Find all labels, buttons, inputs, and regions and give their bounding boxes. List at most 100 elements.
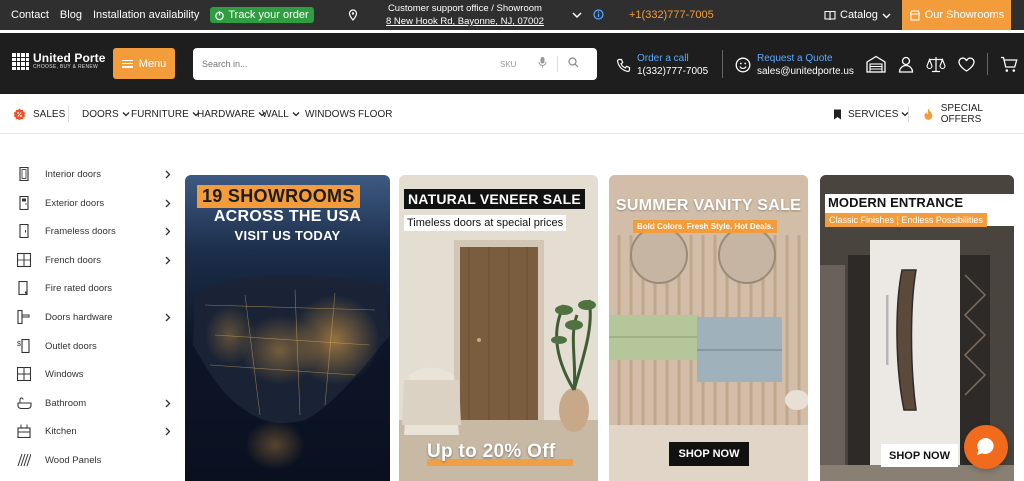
logo-tagline: CHOOSE, BUY & RENEW — [33, 64, 99, 70]
search-icon[interactable] — [568, 55, 579, 73]
catalog-dropdown[interactable]: Catalog — [824, 0, 891, 30]
sidebar-item-windows[interactable]: Windows — [16, 364, 172, 384]
logo-grid-icon — [12, 53, 29, 70]
nav-hardware[interactable]: HARDWARE — [197, 94, 266, 134]
entrance-shop-now-button[interactable]: SHOP NOW — [881, 444, 958, 467]
order-call[interactable]: Order a call 1(332)777-7005 — [616, 52, 708, 78]
sidebar-item-exterior-doors[interactable]: Exterior doors — [16, 193, 172, 213]
sidebar-item-label: Interior doors — [45, 168, 101, 180]
wood-panel-icon — [16, 452, 32, 468]
nav-floor[interactable]: FLOOR — [358, 94, 392, 134]
heart-icon[interactable] — [958, 56, 975, 72]
sidebar-item-label: Wood Panels — [45, 454, 102, 466]
sidebar-item-doors-hardware[interactable]: Doors hardware — [16, 307, 172, 327]
vanity-shop-now-button[interactable]: SHOP NOW — [669, 442, 749, 466]
sidebar-item-fire-rated-doors[interactable]: Fire rated doors — [16, 278, 172, 298]
frameless-door-icon — [16, 223, 32, 239]
nav-doors-label: DOORS — [82, 108, 119, 120]
phone-icon — [617, 58, 631, 72]
nav-doors[interactable]: DOORS — [82, 94, 130, 134]
track-order-label: Track your order — [228, 9, 309, 21]
logo[interactable]: United Porte CHOOSE, BUY & RENEW — [12, 52, 106, 71]
installation-link[interactable]: Installation availability — [93, 9, 199, 21]
nav-wall-label: WALL — [262, 108, 289, 120]
office-info[interactable]: Customer support office / Showroom 8 New… — [386, 2, 544, 28]
order-call-label: Order a call — [637, 53, 689, 64]
our-showrooms-button[interactable]: Our Showrooms — [902, 0, 1011, 30]
sku-label[interactable]: SKU — [500, 60, 516, 69]
garage-up-icon[interactable] — [866, 55, 886, 73]
banner-showrooms[interactable]: 19 SHOWROOMS ACROSS THE USA VISIT US TOD… — [185, 175, 390, 481]
topbar-phone[interactable]: +1(332)777-7005 — [629, 0, 714, 30]
search-input[interactable] — [202, 59, 492, 69]
nav-services-label: SERVICES — [848, 108, 899, 120]
main-nav: SALES DOORS FURNITURE HARDWARE WALL WIND… — [0, 94, 1024, 134]
smiley-icon — [735, 57, 751, 73]
chevron-down-icon — [292, 112, 300, 117]
sidebar-item-label: Frameless doors — [45, 225, 116, 237]
banner-showrooms-line3: VISIT US TODAY — [234, 228, 341, 243]
chevron-right-icon — [165, 313, 171, 321]
request-quote-label: Request a Quote — [757, 53, 833, 64]
sidebar-item-label: Fire rated doors — [45, 282, 113, 294]
office-title: Customer support office / Showroom — [387, 3, 542, 14]
chevron-down-icon[interactable] — [572, 11, 582, 19]
chat-button[interactable] — [964, 425, 1008, 469]
nav-services[interactable]: SERVICES — [833, 94, 909, 134]
hamburger-icon — [121, 59, 133, 68]
chevron-right-icon — [165, 256, 171, 264]
sidebar-item-label: Exterior doors — [45, 197, 105, 209]
banner-veneer-title: NATURAL VENEER SALE — [404, 189, 585, 209]
compare-scales-icon[interactable] — [926, 56, 946, 73]
nav-special-offers[interactable]: SPECIAL OFFERS — [923, 94, 1024, 134]
info-icon[interactable] — [593, 9, 604, 20]
banner-veneer-subtitle: Timeless doors at special prices — [404, 215, 567, 231]
fire-door-icon — [16, 280, 32, 296]
sidebar-item-outlet-doors[interactable]: $ Outlet doors — [16, 336, 172, 356]
bookmark-icon — [834, 109, 841, 119]
sidebar-item-label: Outlet doors — [45, 340, 97, 352]
user-icon[interactable] — [898, 56, 914, 73]
order-call-number: 1(332)777-7005 — [637, 66, 709, 77]
sidebar-item-bathroom[interactable]: Bathroom — [16, 393, 172, 413]
office-address[interactable]: 8 New Hook Rd, Bayonne, NJ, 07002 — [386, 15, 544, 28]
cart-icon[interactable] — [1000, 56, 1018, 73]
banner-vanity-title: SUMMER VANITY SALE — [615, 197, 802, 214]
sidebar-item-wood-panels[interactable]: Wood Panels — [16, 450, 172, 470]
nav-hardware-label: HARDWARE — [197, 108, 255, 120]
sidebar-item-frameless-doors[interactable]: Frameless doors — [16, 221, 172, 241]
menu-button[interactable]: Menu — [113, 48, 175, 79]
microphone-icon[interactable] — [538, 55, 547, 73]
book-icon — [824, 10, 836, 20]
nav-wall[interactable]: WALL — [262, 94, 300, 134]
sidebar-item-interior-doors[interactable]: Interior doors — [16, 164, 172, 184]
nav-sales[interactable]: SALES — [13, 94, 65, 134]
interior-door-icon — [16, 166, 32, 182]
banner-veneer-sale[interactable]: NATURAL VENEER SALE Timeless doors at sp… — [399, 175, 598, 481]
sidebar-item-french-doors[interactable]: French doors — [16, 250, 172, 270]
contact-link[interactable]: Contact — [11, 9, 49, 21]
exterior-door-icon — [16, 195, 32, 211]
menu-label: Menu — [138, 57, 167, 70]
search-bar: SKU — [193, 48, 597, 80]
bathtub-icon — [16, 395, 32, 411]
nav-floor-label: FLOOR — [358, 108, 393, 120]
nav-furniture[interactable]: FURNITURE — [131, 94, 200, 134]
banner-entrance-subtitle: Classic Finishes | Endless Possibilities — [825, 213, 987, 227]
sidebar-item-label: Windows — [45, 368, 84, 380]
nav-windows[interactable]: WINDOWS — [305, 94, 356, 134]
request-quote[interactable]: Request a Quote sales@unitedporte.us — [735, 52, 854, 78]
window-icon — [16, 366, 32, 382]
nav-furniture-label: FURNITURE — [131, 108, 189, 120]
kitchen-icon — [16, 423, 32, 439]
store-icon — [909, 9, 920, 21]
sidebar-item-kitchen[interactable]: Kitchen — [16, 421, 172, 441]
chevron-right-icon — [165, 427, 171, 435]
blog-link[interactable]: Blog — [60, 9, 82, 21]
banner-showrooms-count: 19 SHOWROOMS — [197, 185, 360, 208]
banner-veneer-discount: Up to 20% Off — [427, 441, 556, 462]
track-order-button[interactable]: Track your order — [210, 7, 314, 23]
banner-vanity-sale[interactable]: SUMMER VANITY SALE Bold Colors. Fresh St… — [609, 175, 808, 481]
banner-showrooms-line2: ACROSS THE USA — [213, 208, 362, 225]
chevron-right-icon — [165, 199, 171, 207]
